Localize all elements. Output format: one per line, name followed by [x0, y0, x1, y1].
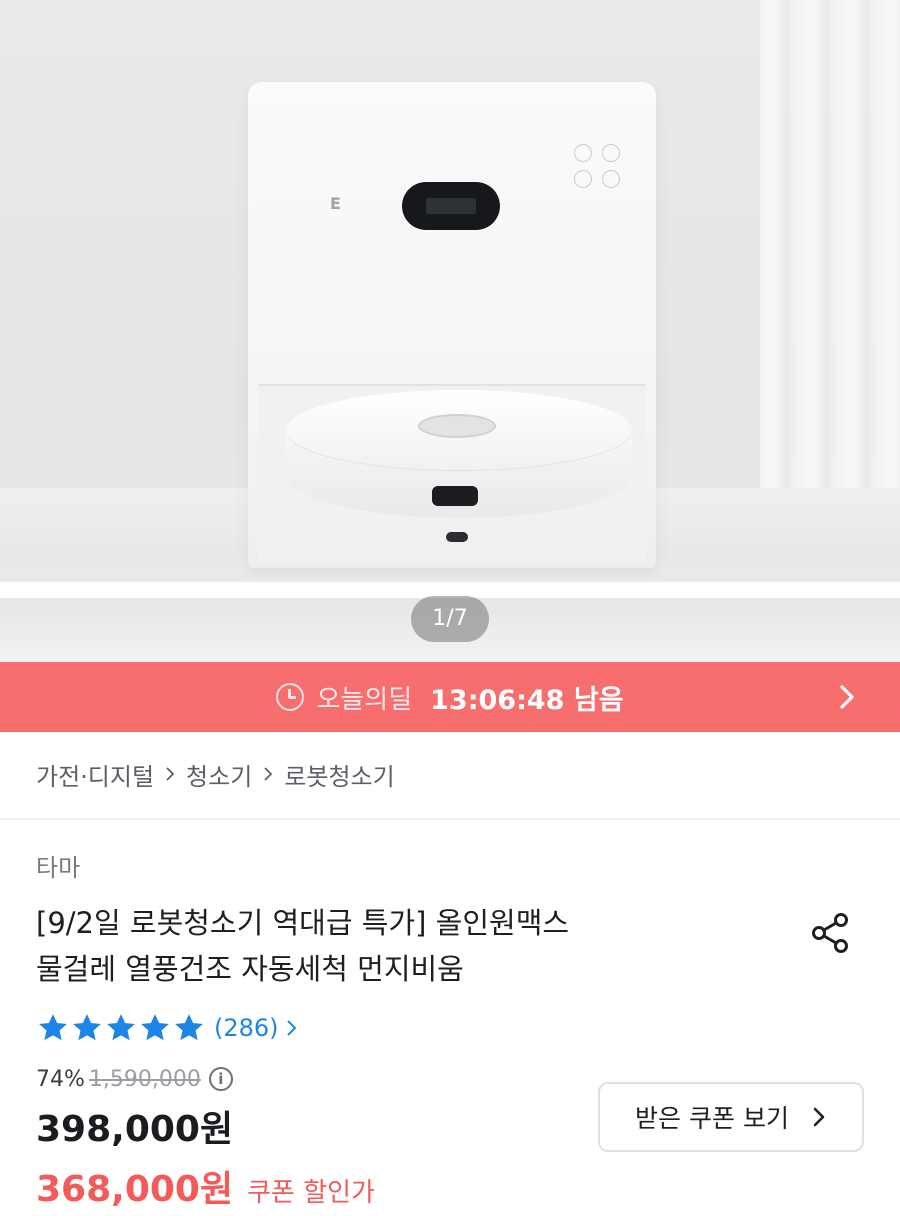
- sale-price: 398,000원: [36, 1109, 234, 1150]
- product-title-line: [9/2일 로봇청소기 역대급 특가] 올인원맥스: [36, 906, 570, 940]
- info-icon[interactable]: i: [208, 1067, 233, 1091]
- station-buttons: [574, 144, 624, 194]
- star-icon: [107, 1014, 135, 1041]
- star-icon: [141, 1014, 169, 1041]
- station-display: [402, 182, 500, 230]
- robot-vacuum: [286, 390, 632, 542]
- product-title-line: 물걸레 열풍건조 자동세척 먼지비움: [36, 952, 464, 986]
- chevron-right-icon: [813, 1107, 825, 1127]
- star-icon: [39, 1014, 67, 1041]
- star-icon: [73, 1014, 101, 1041]
- chevron-right-icon[interactable]: [832, 682, 862, 712]
- discount-row: 74% 1,590,000 i: [36, 1062, 233, 1096]
- chevron-right-icon: [166, 767, 175, 781]
- curtain-background: [760, 0, 900, 510]
- discount-rate: 74%: [36, 1066, 85, 1092]
- brand-name[interactable]: 타마: [36, 848, 80, 883]
- original-price: 1,590,000: [88, 1066, 201, 1092]
- chevron-right-icon[interactable]: [285, 1018, 299, 1038]
- coupon-price: 368,000원: [36, 1169, 234, 1210]
- coupon-price-label: 쿠폰 할인가: [247, 1178, 375, 1208]
- today-deal-banner[interactable]: 오늘의딜 13:06:48 남음: [0, 662, 900, 732]
- star-icon: [175, 1014, 203, 1041]
- clock-icon: [276, 683, 305, 711]
- breadcrumb-item[interactable]: 로봇청소기: [284, 757, 394, 792]
- divider: [0, 818, 900, 820]
- chevron-right-icon: [264, 767, 273, 781]
- coupon-price-row: 368,000원 쿠폰 할인가: [36, 1160, 375, 1212]
- rating-summary[interactable]: (286): [36, 1006, 299, 1050]
- product-image[interactable]: E 1/7: [0, 0, 900, 662]
- view-coupons-button[interactable]: 받은 쿠폰 보기: [598, 1082, 864, 1152]
- deal-countdown: 13:06:48 남음: [430, 684, 624, 716]
- breadcrumb-item[interactable]: 가전·디지털: [36, 757, 154, 792]
- station-logo: E: [330, 194, 341, 213]
- view-coupons-label: 받은 쿠폰 보기: [635, 1104, 789, 1133]
- breadcrumb: 가전·디지털 청소기 로봇청소기: [36, 754, 395, 794]
- product-title: [9/2일 로봇청소기 역대급 특가] 올인원맥스 물걸레 열풍건조 자동세척 …: [36, 900, 756, 992]
- deal-label: 오늘의딜: [316, 684, 413, 715]
- image-pager: 1/7: [411, 596, 489, 642]
- breadcrumb-item[interactable]: 청소기: [186, 757, 252, 792]
- share-icon[interactable]: [808, 910, 854, 956]
- review-count[interactable]: (286): [214, 1014, 279, 1042]
